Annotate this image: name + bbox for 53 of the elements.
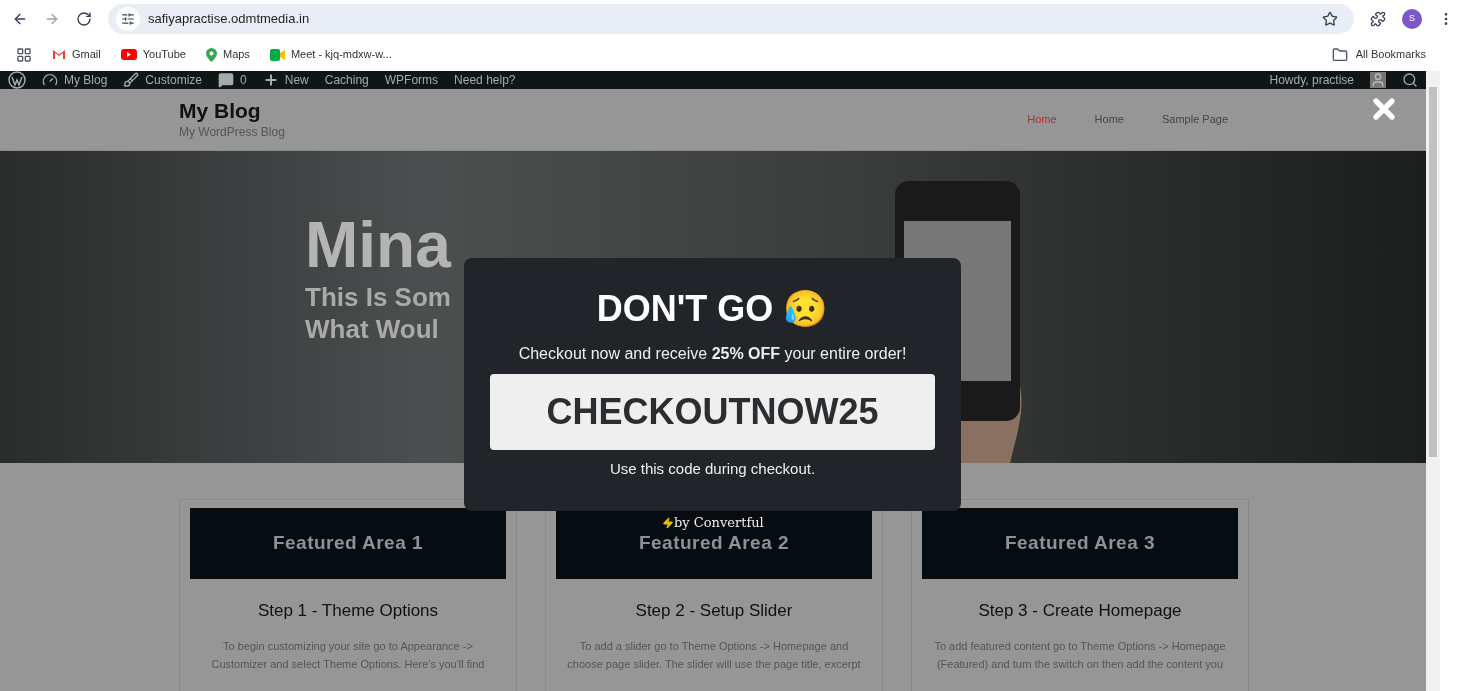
hero-subtitle: What Woul — [305, 313, 439, 345]
credit-link[interactable]: by Convertful — [662, 513, 764, 533]
admin-bar-item[interactable]: Need help? — [454, 71, 516, 89]
popup-note: Use this code during checkout. — [609, 459, 816, 479]
card-description: To add featured content go to Theme Options -> Homepage (Featured) and turn the switch on then add the content you — [933, 638, 1227, 672]
lightning-icon — [662, 516, 674, 529]
site-title[interactable]: My Blog — [179, 98, 285, 123]
wordpress-logo-icon[interactable] — [8, 71, 26, 89]
coupon-code: CHECKOUTNOW25 — [490, 374, 935, 450]
bookmark-link[interactable]: Meet - kjq-mdxw-w... — [269, 46, 392, 63]
address-bar[interactable]: safiyapractise.odmtmedia.in — [108, 4, 1354, 34]
bookmark-link[interactable]: Maps — [205, 46, 250, 63]
reload-icon[interactable] — [76, 11, 92, 27]
card-description: To add a slider go to Theme Options -> Homepage and choose page slider. The slider will use the page title, excerpt — [566, 638, 862, 672]
mail-icon — [52, 49, 66, 60]
extensions-icon[interactable] — [1370, 11, 1386, 27]
hero-subtitle: This Is Som — [305, 281, 451, 313]
map-pin-icon — [205, 47, 217, 62]
profile-avatar[interactable]: S — [1402, 9, 1422, 29]
greeting-link[interactable]: Howdy, practise — [1269, 71, 1354, 89]
site-settings-icon[interactable] — [121, 12, 135, 26]
search-icon[interactable] — [1402, 72, 1418, 88]
admin-bar-item[interactable]: Caching — [324, 71, 369, 89]
all-bookmarks-link[interactable]: All Bookmarks — [1331, 46, 1426, 63]
scrollbar[interactable] — [1426, 71, 1440, 691]
featured-banner: Featured Area 3 — [922, 508, 1238, 579]
popup-message: Checkout now and receive 25% OFF your entire order! — [518, 344, 907, 364]
brush-icon — [123, 72, 140, 88]
card-heading: Step 2 - Setup Slider — [635, 600, 793, 622]
folder-icon — [1331, 46, 1348, 63]
play-icon — [120, 49, 137, 60]
admin-bar-item[interactable]: My Blog — [42, 71, 108, 89]
url-text: safiyapractise.odmtmedia.in — [148, 10, 310, 29]
admin-bar-item[interactable]: New — [262, 71, 309, 89]
video-camera-icon — [269, 48, 285, 61]
featured-banner: Featured Area 1 — [190, 508, 506, 579]
card-description: To begin customizing your site go to Appearance -> Customizer and select Theme Options. Here's you'll find — [210, 638, 486, 672]
admin-bar-item[interactable]: Customize — [123, 71, 203, 89]
card-heading: Step 3 - Create Homepage — [978, 600, 1182, 622]
back-icon[interactable] — [12, 11, 28, 27]
bookmark-link[interactable]: YouTube — [120, 46, 186, 63]
bookmark-star-icon[interactable] — [1322, 11, 1338, 27]
apps-icon[interactable] — [16, 46, 32, 63]
hero-title: Mina — [305, 209, 451, 281]
site-tagline: My WordPress Blog — [179, 123, 285, 141]
card-heading: Step 1 - Theme Options — [257, 600, 439, 622]
speech-bubble-icon — [218, 72, 235, 88]
bookmark-link[interactable]: Gmail — [52, 46, 101, 63]
gauge-icon — [42, 72, 58, 88]
popup-title: DON'T GO 😥 — [596, 287, 829, 331]
plus-icon — [262, 72, 279, 88]
admin-bar-item[interactable]: 0 — [218, 71, 247, 89]
admin-bar-item[interactable]: WPForms — [384, 71, 439, 89]
